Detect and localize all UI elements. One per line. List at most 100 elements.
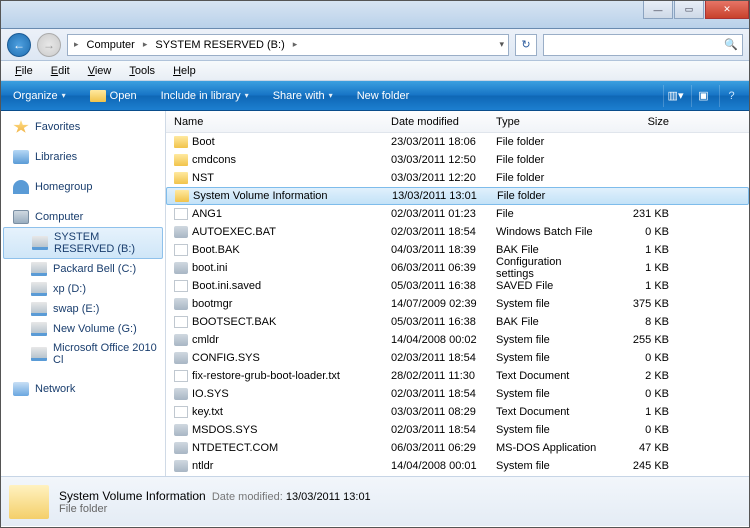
forward-button[interactable]: → [37, 33, 61, 57]
file-row[interactable]: BOOTSECT.BAK05/03/2011 16:38BAK File8 KB [166, 313, 749, 331]
file-type: File folder [496, 136, 601, 148]
file-icon [174, 208, 188, 220]
file-icon [174, 334, 188, 346]
share-with-button[interactable]: Share with▾ [267, 87, 339, 105]
folder-icon [174, 154, 188, 166]
file-size: 0 KB [601, 424, 681, 436]
file-size: 1 KB [601, 244, 681, 256]
refresh-button[interactable]: ↻ [515, 34, 537, 56]
file-row[interactable]: cmldr14/04/2008 00:02System file255 KB [166, 331, 749, 349]
file-row[interactable]: NST03/03/2011 12:20File folder [166, 169, 749, 187]
column-name[interactable]: Name [166, 116, 391, 128]
sidebar-computer[interactable]: Computer [3, 207, 163, 227]
sidebar-homegroup[interactable]: Homegroup [3, 177, 163, 197]
breadcrumb-drive[interactable]: SYSTEM RESERVED (B:) [151, 37, 288, 53]
drive-icon [31, 282, 47, 296]
file-date: 06/03/2011 06:39 [391, 262, 496, 274]
search-input[interactable]: 🔍 [543, 34, 743, 56]
file-date: 03/03/2011 08:29 [391, 406, 496, 418]
sidebar-drive[interactable]: New Volume (G:) [3, 319, 163, 339]
menu-tools[interactable]: Tools [121, 63, 163, 79]
column-date[interactable]: Date modified [391, 116, 496, 128]
file-row[interactable]: ANG102/03/2011 01:23File231 KB [166, 205, 749, 223]
menu-file[interactable]: File [7, 63, 41, 79]
file-row[interactable]: CONFIG.SYS02/03/2011 18:54System file0 K… [166, 349, 749, 367]
file-icon [174, 226, 188, 238]
file-row[interactable]: IO.SYS02/03/2011 18:54System file0 KB [166, 385, 749, 403]
file-row[interactable]: bootmgr14/07/2009 02:39System file375 KB [166, 295, 749, 313]
dropdown-icon[interactable]: ▾ [499, 39, 504, 50]
sidebar-drive[interactable]: Packard Bell (C:) [3, 259, 163, 279]
title-bar: — ▭ ✕ [1, 1, 749, 29]
file-name: cmdcons [192, 154, 236, 166]
computer-icon [13, 210, 29, 224]
file-row[interactable]: Boot23/03/2011 18:06File folder [166, 133, 749, 151]
minimize-button[interactable]: — [643, 1, 673, 19]
file-row[interactable]: System Volume Information13/03/2011 13:0… [166, 187, 749, 205]
file-row[interactable]: MSDOS.SYS02/03/2011 18:54System file0 KB [166, 421, 749, 439]
file-icon [174, 352, 188, 364]
file-name: Boot.BAK [192, 244, 240, 256]
file-date: 04/03/2011 18:39 [391, 244, 496, 256]
file-icon [174, 460, 188, 472]
menu-view[interactable]: View [80, 63, 120, 79]
close-button[interactable]: ✕ [705, 1, 749, 19]
file-row[interactable]: NTDETECT.COM06/03/2011 06:29MS-DOS Appli… [166, 439, 749, 457]
breadcrumb-computer[interactable]: Computer [83, 37, 139, 53]
back-button[interactable]: ← [7, 33, 31, 57]
file-type: BAK File [496, 244, 601, 256]
file-row[interactable]: Boot.BAK 04/03/2011 18:39BAK File1 KB [166, 241, 749, 259]
menu-help[interactable]: Help [165, 63, 204, 79]
view-options-button[interactable]: ▥ ▾ [663, 85, 687, 107]
file-type: Windows Batch File [496, 226, 601, 238]
sidebar-network[interactable]: Network [3, 379, 163, 399]
file-row[interactable]: Boot.ini.saved05/03/2011 16:38SAVED File… [166, 277, 749, 295]
file-type: Text Document [496, 370, 601, 382]
sidebar-drive[interactable]: xp (D:) [3, 279, 163, 299]
file-row[interactable]: boot.ini06/03/2011 06:39Configuration se… [166, 259, 749, 277]
file-row[interactable]: cmdcons03/03/2011 12:50File folder [166, 151, 749, 169]
detail-type: File folder [59, 503, 371, 515]
file-date: 02/03/2011 18:54 [391, 424, 496, 436]
drive-label: Packard Bell (C:) [53, 263, 136, 275]
libraries-icon [13, 150, 29, 164]
file-type: Text Document [496, 406, 601, 418]
folder-icon [90, 90, 106, 102]
sidebar-drive[interactable]: SYSTEM RESERVED (B:) [3, 227, 163, 259]
command-toolbar: Organize▾ Open Include in library▾ Share… [1, 81, 749, 111]
preview-pane-button[interactable]: ▣ [691, 85, 715, 107]
file-row[interactable]: AUTOEXEC.BAT02/03/2011 18:54Windows Batc… [166, 223, 749, 241]
file-name: key.txt [192, 406, 223, 418]
sidebar-drive[interactable]: swap (E:) [3, 299, 163, 319]
file-name: bootmgr [192, 298, 232, 310]
column-headers: Name Date modified Type Size [166, 111, 749, 133]
file-name: AUTOEXEC.BAT [192, 226, 276, 238]
file-icon [174, 244, 188, 256]
file-icon [174, 388, 188, 400]
file-name: Boot [192, 136, 215, 148]
menu-edit[interactable]: Edit [43, 63, 78, 79]
open-button[interactable]: Open [84, 87, 143, 105]
sidebar-favorites[interactable]: Favorites [3, 117, 163, 137]
include-library-button[interactable]: Include in library▾ [155, 87, 255, 105]
file-date: 02/03/2011 18:54 [391, 352, 496, 364]
new-folder-button[interactable]: New folder [351, 87, 416, 105]
help-button[interactable]: ? [719, 85, 743, 107]
file-row[interactable]: ntldr14/04/2008 00:01System file245 KB [166, 457, 749, 475]
folder-icon [174, 172, 188, 184]
star-icon [13, 120, 29, 134]
sidebar-drive[interactable]: Microsoft Office 2010 Cl [3, 339, 163, 369]
file-type: System file [496, 352, 601, 364]
column-size[interactable]: Size [601, 116, 681, 128]
file-type: Configuration settings [496, 256, 601, 280]
drive-icon [31, 322, 47, 336]
sidebar-libraries[interactable]: Libraries [3, 147, 163, 167]
file-name: ANG1 [192, 208, 222, 220]
file-row[interactable]: key.txt03/03/2011 08:29Text Document1 KB [166, 403, 749, 421]
column-type[interactable]: Type [496, 116, 601, 128]
address-bar[interactable]: ▸ Computer ▸ SYSTEM RESERVED (B:) ▸ ▾ [67, 34, 509, 56]
file-row[interactable]: fix-restore-grub-boot-loader.txt28/02/20… [166, 367, 749, 385]
file-type: File folder [496, 154, 601, 166]
maximize-button[interactable]: ▭ [674, 1, 704, 19]
organize-button[interactable]: Organize▾ [7, 87, 72, 105]
